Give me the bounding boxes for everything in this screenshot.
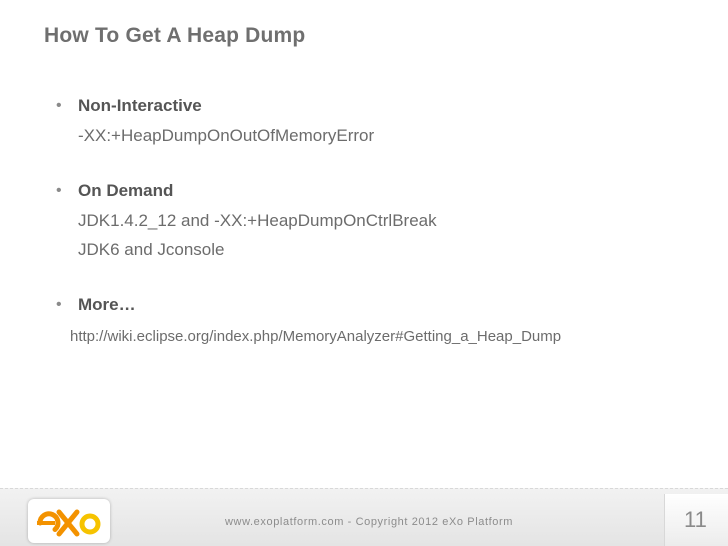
bullet-icon: •: [56, 182, 62, 199]
eclipse-wiki-link[interactable]: http://wiki.eclipse.org/index.php/Memory…: [70, 328, 561, 345]
item-line-heapdump-oom: -XX:+HeapDumpOnOutOfMemoryError: [78, 126, 375, 145]
footer-copyright: www.exoplatform.com - Copyright 2012 eXo…: [225, 516, 514, 528]
item-heading-more: More…: [78, 295, 136, 314]
bullet-icon: •: [56, 97, 62, 114]
page-number: 11: [684, 507, 707, 532]
item-line-jdk142: JDK1.4.2_12 and -XX:+HeapDumpOnCtrlBreak: [78, 211, 437, 230]
footer-divider: [0, 488, 728, 489]
item-heading-non-interactive: Non-Interactive: [78, 96, 202, 115]
exo-logo-icon: [37, 509, 101, 537]
exo-logo: [28, 499, 110, 543]
item-heading-on-demand: On Demand: [78, 181, 174, 200]
bullet-icon: •: [56, 296, 62, 313]
slide-title: How To Get A Heap Dump: [44, 24, 306, 47]
item-line-jdk6: JDK6 and Jconsole: [78, 240, 225, 259]
slide: How To Get A Heap Dump • Non-Interactive…: [0, 0, 728, 546]
